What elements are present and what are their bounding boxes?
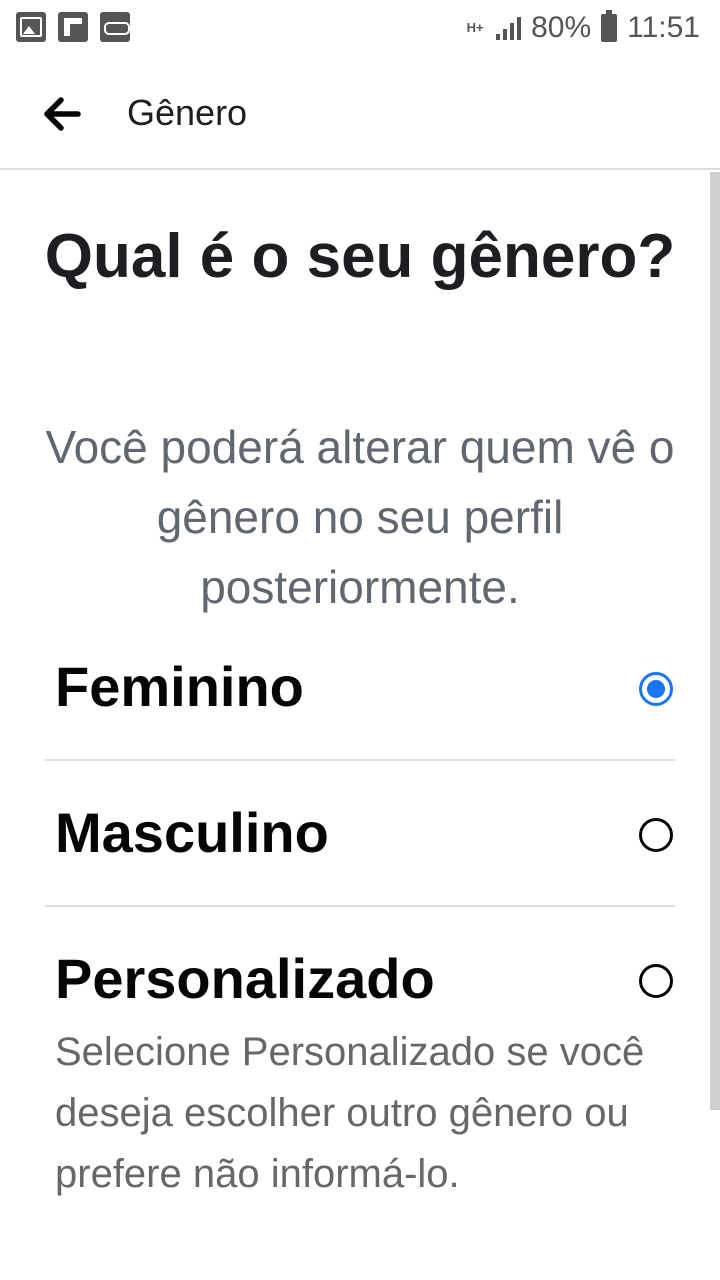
option-masculino[interactable]: Masculino <box>45 760 675 906</box>
gallery-icon <box>16 12 46 42</box>
option-label: Personalizado <box>55 947 435 1010</box>
notification-icons <box>16 12 130 42</box>
option-description: Selecione Personalizado se você deseja e… <box>55 1030 645 1196</box>
option-label: Feminino <box>55 655 304 718</box>
signal-strength-icon <box>496 16 522 40</box>
flipboard-icon <box>58 12 88 42</box>
option-label: Masculino <box>55 801 329 864</box>
back-arrow-icon <box>44 97 81 131</box>
question-heading: Qual é o seu gênero? <box>44 222 676 291</box>
top-app-bar: Gênero <box>0 56 720 170</box>
radio-button-selected[interactable] <box>639 672 673 706</box>
radio-button[interactable] <box>639 964 673 998</box>
battery-icon <box>601 10 618 42</box>
clock: 11:51 <box>627 11 700 44</box>
radio-button[interactable] <box>639 818 673 852</box>
question-subtitle: Você poderá alterar quem vê o gênero no … <box>45 421 675 613</box>
network-type-indicator: H+ <box>466 20 484 35</box>
page-title: Gênero <box>127 92 248 133</box>
system-status: H+ 80% 11:51 <box>464 8 700 48</box>
scrollbar[interactable] <box>710 172 720 1110</box>
battery-percent: 80% <box>531 11 592 44</box>
option-feminino[interactable]: Feminino <box>45 614 675 760</box>
back-button[interactable] <box>34 86 90 142</box>
main-content: Qual é o seu gênero? Você poderá alterar… <box>0 172 720 1280</box>
voicemail-icon <box>100 12 130 42</box>
status-bar: H+ 80% 11:51 <box>0 0 720 56</box>
